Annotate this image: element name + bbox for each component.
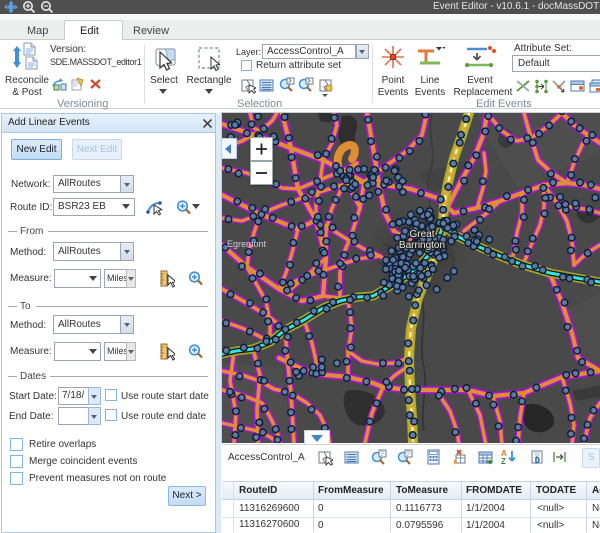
svg-text:Great: Great <box>409 229 434 240</box>
svg-text:Z: Z <box>501 457 506 466</box>
svg-text:Barrington: Barrington <box>399 240 445 251</box>
svg-text:Egremont: Egremont <box>227 239 267 249</box>
